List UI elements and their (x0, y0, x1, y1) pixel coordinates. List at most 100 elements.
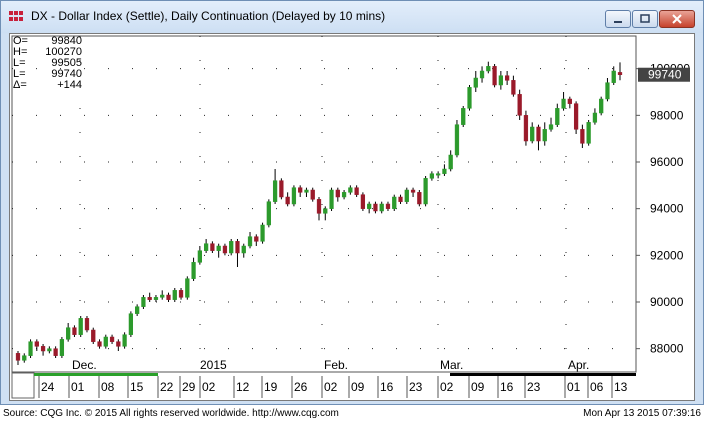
y-tick-label: 90000 (650, 295, 684, 309)
plot-border (11, 35, 637, 373)
candle-body (40, 346, 46, 352)
candle-body (567, 98, 572, 104)
day-label: 23 (409, 380, 423, 394)
range-bar (450, 373, 636, 376)
day-label: 09 (471, 380, 485, 394)
candle-body (348, 187, 353, 193)
minimize-button[interactable] (605, 10, 631, 28)
axis-scroll-box (11, 372, 35, 399)
readout-label: Δ= (13, 79, 27, 91)
candle-body (354, 187, 359, 195)
chart-area[interactable]: 880009000092000940009600098000100000 Dec… (9, 33, 695, 401)
price-tag-text: 99740 (648, 68, 682, 82)
maximize-icon (640, 14, 650, 23)
candle-body (442, 168, 447, 174)
candle-body (84, 318, 90, 331)
range-bar (34, 373, 158, 376)
close-button[interactable] (659, 10, 695, 28)
day-label: 16 (380, 380, 394, 394)
day-label: 06 (590, 380, 604, 394)
candle-body (479, 70, 485, 79)
candle-body (548, 124, 554, 130)
candle-body (580, 129, 585, 144)
candle-body (285, 196, 290, 205)
candle-body (247, 236, 253, 247)
candle-body (323, 208, 328, 214)
candle-body (272, 180, 278, 202)
candle-body (611, 70, 616, 83)
day-label: 01 (567, 380, 581, 394)
candle-body (392, 196, 397, 209)
candle-body (473, 77, 478, 88)
candle-body (592, 112, 598, 123)
candle-body (172, 290, 177, 300)
candle-body (517, 94, 522, 116)
day-label: 09 (351, 380, 365, 394)
candle-body (573, 103, 579, 130)
ohlc-readout: O= 99840H= 100270L= 99505L= 99740Δ= +144 (13, 35, 82, 91)
candle-body (423, 178, 428, 205)
candle-body (178, 290, 184, 298)
time-axis[interactable]: Dec. 2015 Feb. Mar. Apr. 24 01 08 15 22 29 02 12 19 26… (11, 358, 636, 399)
candle-body (266, 201, 271, 226)
candle-body (329, 189, 334, 209)
candle-body (561, 98, 566, 109)
y-tick-label: 94000 (650, 202, 684, 216)
candle-body (504, 75, 510, 81)
candle-body (128, 313, 134, 335)
candle-body (341, 192, 347, 198)
candle-body (310, 189, 315, 200)
candle-body (398, 196, 403, 202)
candle-body (15, 353, 21, 361)
candle-body (147, 297, 152, 300)
day-label: 23 (527, 380, 541, 394)
status-footer: Source: CQG Inc. © 2015 All rights reser… (0, 406, 704, 423)
day-label: 16 (500, 380, 514, 394)
day-label: 29 (182, 380, 196, 394)
candle-body (135, 306, 140, 314)
candle-body (241, 245, 246, 254)
chart-window: DX - Dollar Index (Settle), Daily Contin… (0, 0, 704, 405)
candle-body (486, 66, 491, 72)
candle-body (410, 189, 416, 193)
candle-body (185, 278, 190, 298)
candle-body (153, 297, 159, 300)
candle-body (335, 189, 340, 198)
candle-body (454, 124, 460, 156)
candle-body (53, 348, 58, 356)
candle-body (467, 87, 472, 109)
day-label: 13 (614, 380, 628, 394)
y-tick-label: 98000 (650, 108, 684, 122)
candle-body (367, 203, 372, 209)
candle-body (304, 189, 309, 193)
day-label: 08 (101, 380, 115, 394)
title-bar[interactable]: DX - Dollar Index (Settle), Daily Contin… (1, 1, 703, 33)
candle-body (160, 294, 165, 298)
candle-body (122, 334, 127, 347)
candle-body (216, 245, 221, 251)
candle-body (360, 194, 366, 209)
candle-body (235, 241, 240, 254)
candle-body (141, 297, 146, 307)
maximize-button[interactable] (632, 10, 658, 28)
day-label: 02 (324, 380, 338, 394)
last-price-tag: 99740 (638, 67, 690, 82)
candle-body (291, 187, 297, 205)
candle-body (210, 243, 215, 251)
month-label: Dec. (72, 358, 97, 372)
candlestick-chart[interactable]: 880009000092000940009600098000100000 Dec… (10, 34, 694, 400)
grid (11, 35, 637, 373)
candle-body (116, 341, 121, 347)
candle-body (260, 224, 265, 242)
candle-body (385, 203, 391, 209)
day-label: 22 (160, 380, 174, 394)
candle-body (298, 187, 303, 193)
candle-body (417, 192, 422, 205)
minimize-icon (614, 21, 622, 23)
y-tick-label: 88000 (650, 342, 684, 356)
timestamp: Mon Apr 13 2015 07:39:16 (583, 408, 701, 419)
candle-body (91, 329, 96, 342)
day-label: 19 (264, 380, 278, 394)
month-label: 2015 (200, 358, 227, 372)
candle-body (78, 318, 83, 335)
